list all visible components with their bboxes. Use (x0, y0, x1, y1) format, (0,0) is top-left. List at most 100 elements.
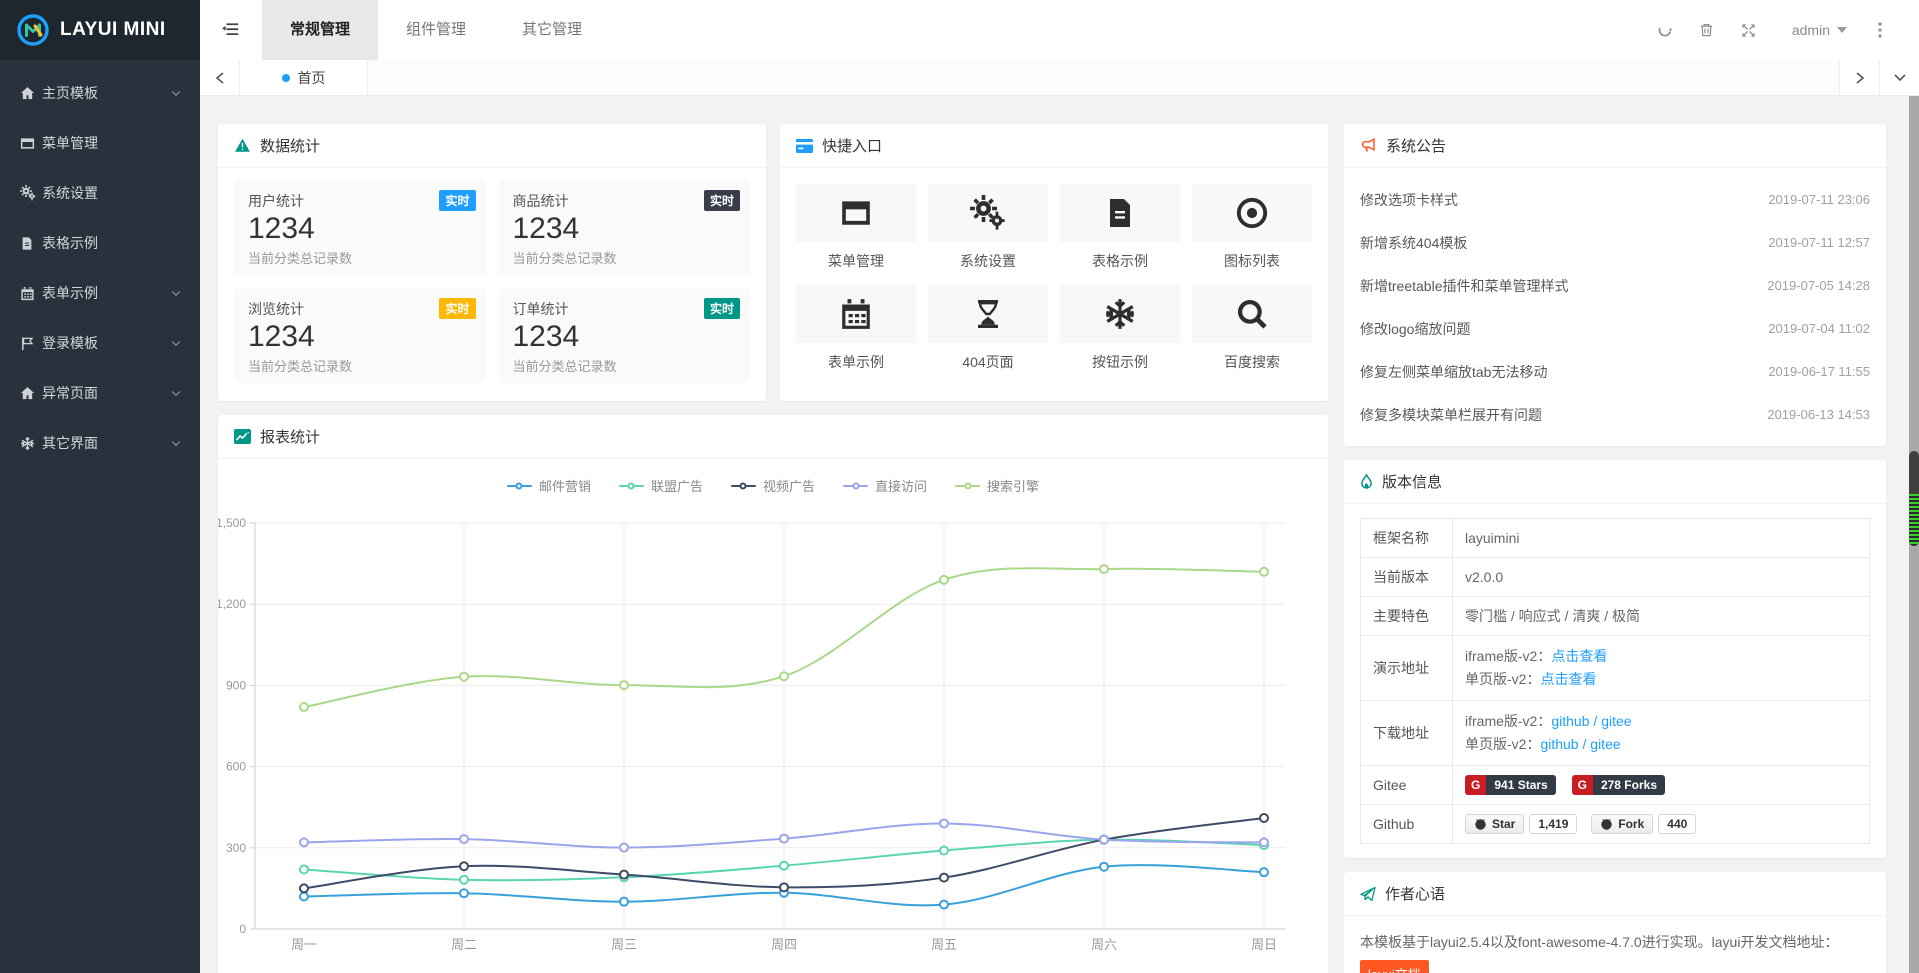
app-logo[interactable]: LAYUI MINI (0, 0, 200, 60)
legend-item[interactable]: 直接访问 (843, 476, 927, 495)
panel-notices: 系统公告 修改选项卡样式 2019-07-11 23:06 新增系统404模板 … (1344, 124, 1886, 446)
legend-item[interactable]: 搜索引擎 (955, 476, 1039, 495)
gears-icon (969, 195, 1007, 231)
fullscreen-icon[interactable] (1728, 23, 1770, 38)
legend-item[interactable]: 邮件营销 (507, 476, 591, 495)
quick-entry-table[interactable]: 表格示例 (1060, 184, 1180, 271)
notice-item[interactable]: 修复左侧菜单缩放tab无法移动 2019-06-17 11:55 (1360, 350, 1870, 393)
chart-legend[interactable]: 邮件营销 联盟广告 视频广告 直接访问 搜索引擎 (232, 463, 1314, 501)
gitee-forks-badge[interactable]: G278 Forks (1572, 775, 1665, 795)
panel-title: 报表统计 (260, 426, 320, 447)
quick-entry-menu[interactable]: 菜单管理 (796, 184, 916, 271)
download-github-link[interactable]: github (1540, 736, 1578, 752)
window-icon (20, 136, 42, 151)
panel-title: 系统公告 (1386, 135, 1446, 156)
panel-stats: 数据统计 用户统计 1234 当前分类总记录数 实时 商品统计 1234 当前分… (218, 124, 766, 401)
link-separator: / (1579, 736, 1591, 752)
stat-card-views: 浏览统计 1234 当前分类总记录数 实时 (234, 288, 486, 383)
quick-entry-settings[interactable]: 系统设置 (928, 184, 1048, 271)
chevron-down-icon (170, 437, 182, 449)
app-title: LAYUI MINI (60, 19, 166, 41)
sidebar-item-login-templates[interactable]: 登录模板 (0, 318, 200, 368)
quick-entry-icons[interactable]: 图标列表 (1192, 184, 1312, 271)
stat-value: 1234 (513, 212, 737, 246)
svg-text:周四: 周四 (771, 937, 797, 952)
hourglass-icon (972, 297, 1004, 331)
sidebar-item-other-ui[interactable]: 其它界面 (0, 418, 200, 468)
panel-title: 作者心语 (1385, 883, 1445, 904)
nav-tab-components[interactable]: 组件管理 (378, 0, 494, 60)
file-icon (1104, 196, 1136, 230)
sidebar-item-form-demo[interactable]: 表单示例 (0, 268, 200, 318)
quick-entry-404[interactable]: 404页面 (928, 285, 1048, 372)
link-separator: / (1590, 713, 1602, 729)
notice-item[interactable]: 修复多模块菜单栏展开有问题 2019-06-13 14:53 (1360, 393, 1870, 436)
page-scrollbar (1909, 96, 1919, 973)
github-fork-button[interactable]: Fork (1591, 814, 1653, 834)
home-icon (20, 386, 42, 401)
table-row: 当前版本 v2.0.0 (1361, 558, 1870, 597)
panel-quick-entry: 快捷入口 菜单管理 系统设置 表格示例 (780, 124, 1328, 401)
nav-tab-other[interactable]: 其它管理 (494, 0, 610, 60)
svg-text:600: 600 (226, 760, 246, 774)
main-area: 常规管理 组件管理 其它管理 admin (200, 0, 1919, 973)
stat-value: 1234 (248, 212, 472, 246)
notice-date: 2019-06-17 11:55 (1768, 364, 1870, 379)
version-table: 框架名称 layuimini 当前版本 v2.0.0 主要特色 零门槛 / 响应… (1360, 518, 1870, 844)
stat-card-orders: 订单统计 1234 当前分类总记录数 实时 (499, 288, 751, 383)
legend-item[interactable]: 联盟广告 (619, 476, 703, 495)
sidebar-item-table-demo[interactable]: 表格示例 (0, 218, 200, 268)
sidebar-item-error-pages[interactable]: 异常页面 (0, 368, 200, 418)
svg-text:周六: 周六 (1091, 937, 1117, 952)
demo-iframe-link[interactable]: 点击查看 (1551, 648, 1607, 664)
active-tab-dot (282, 74, 290, 82)
chevron-down-icon (170, 87, 182, 99)
notice-item[interactable]: 修改logo缩放问题 2019-07-04 11:02 (1360, 307, 1870, 350)
download-github-link[interactable]: github (1551, 713, 1589, 729)
download-gitee-link[interactable]: gitee (1601, 713, 1631, 729)
tab-home[interactable]: 首页 (240, 60, 368, 95)
table-row: 框架名称 layuimini (1361, 519, 1870, 558)
tab-scroll-right-icon[interactable] (1839, 60, 1879, 95)
demo-spa-link[interactable]: 点击查看 (1540, 671, 1596, 687)
svg-text:1,200: 1,200 (218, 597, 246, 611)
github-fork-count[interactable]: 440 (1658, 814, 1696, 834)
nav-tab-general[interactable]: 常规管理 (262, 0, 378, 60)
refresh-icon[interactable] (1644, 22, 1686, 38)
layui-doc-badge[interactable]: layui文档 (1360, 960, 1429, 973)
svg-text:周五: 周五 (931, 937, 957, 952)
tab-actions-dropdown-icon[interactable] (1879, 60, 1919, 95)
chevron-down-icon (170, 387, 182, 399)
stat-value: 1234 (248, 320, 472, 354)
quick-entry-buttons[interactable]: 按钮示例 (1060, 285, 1180, 372)
file-icon (20, 236, 42, 251)
status-badge: 实时 (704, 298, 740, 319)
github-star-button[interactable]: Star (1465, 814, 1524, 834)
github-star-count[interactable]: 1,419 (1529, 814, 1577, 834)
svg-text:周一: 周一 (291, 937, 317, 952)
page-tab-bar: 首页 (200, 60, 1919, 96)
calendar-icon (20, 286, 42, 301)
bullhorn-icon (1360, 138, 1377, 154)
sidebar-item-system-settings[interactable]: 系统设置 (0, 168, 200, 218)
more-options-icon[interactable] (1865, 22, 1895, 38)
legend-item[interactable]: 视频广告 (731, 476, 815, 495)
table-row: Github Star1,419 Fork440 (1361, 805, 1870, 844)
collapse-sidebar-icon[interactable] (200, 0, 262, 60)
tab-scroll-left-icon[interactable] (200, 60, 240, 95)
sidebar-item-home-templates[interactable]: 主页模板 (0, 68, 200, 118)
quick-entry-baidu-search[interactable]: 百度搜索 (1192, 285, 1312, 372)
notice-item[interactable]: 新增系统404模板 2019-07-11 12:57 (1360, 221, 1870, 264)
panel-report: 报表统计 邮件营销联盟广告视频广告直接访问搜索引擎 03006009001,20… (218, 415, 1328, 973)
scrollbar-thumb[interactable] (1909, 451, 1919, 546)
table-row: 演示地址 iframe版-v2：点击查看 单页版-v2：点击查看 (1361, 636, 1870, 701)
sidebar-item-menu-management[interactable]: 菜单管理 (0, 118, 200, 168)
clear-cache-icon[interactable] (1686, 22, 1728, 38)
notice-item[interactable]: 修改选项卡样式 2019-07-11 23:06 (1360, 178, 1870, 221)
sidebar: LAYUI MINI 主页模板 菜单管理 系统设置 表格示例 表单示例 登录模板 (0, 0, 200, 973)
download-gitee-link[interactable]: gitee (1590, 736, 1620, 752)
user-menu[interactable]: admin (1792, 22, 1847, 38)
quick-entry-form[interactable]: 表单示例 (796, 285, 916, 372)
gitee-stars-badge[interactable]: G941 Stars (1465, 775, 1556, 795)
notice-item[interactable]: 新增treetable插件和菜单管理样式 2019-07-05 14:28 (1360, 264, 1870, 307)
